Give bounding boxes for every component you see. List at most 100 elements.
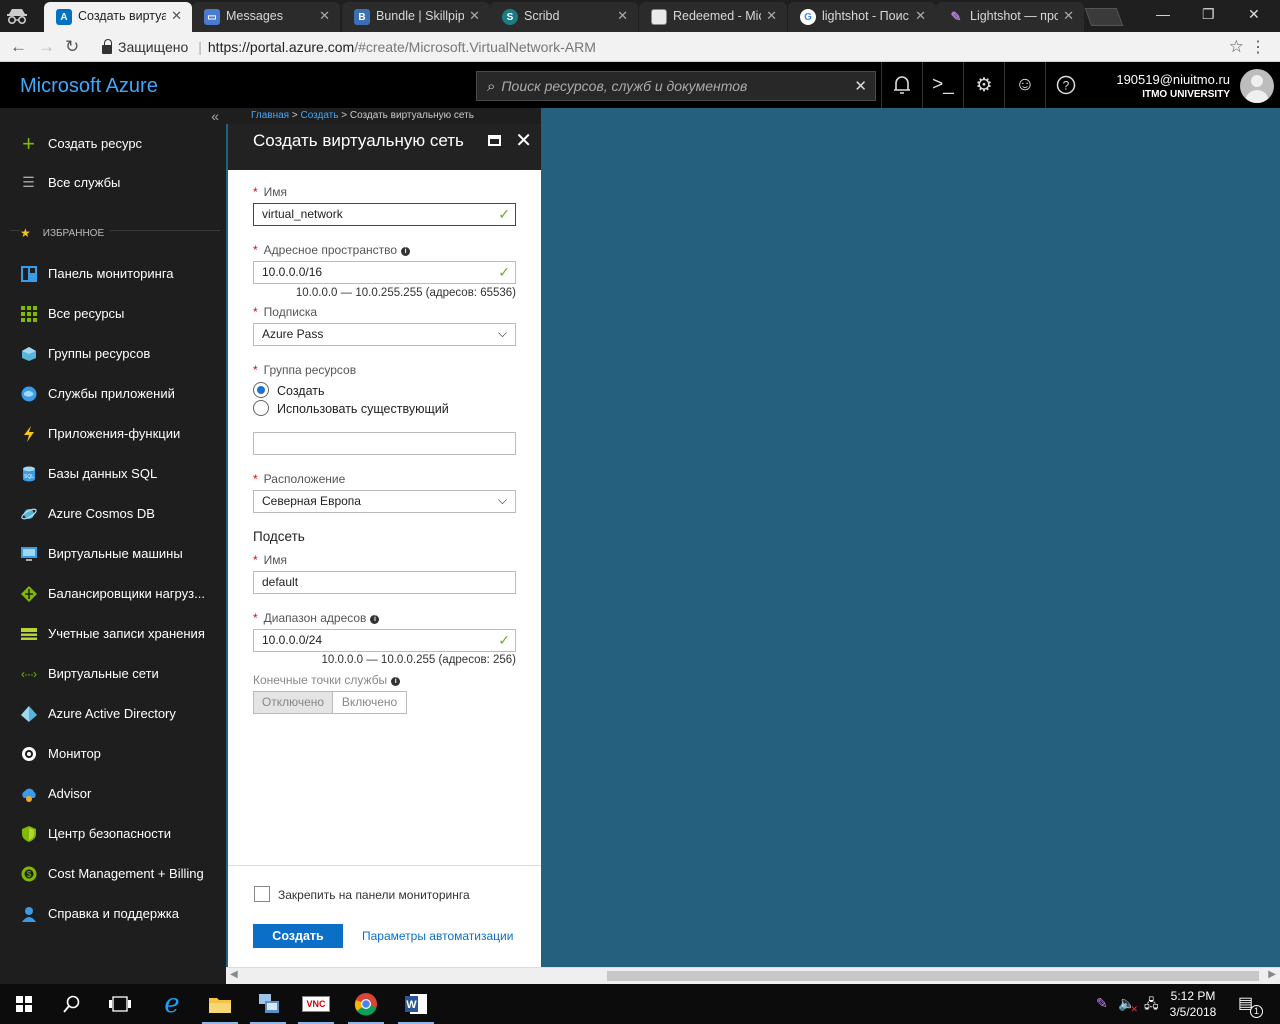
address-space-field[interactable]: 10.0.0.0/16 ✓ xyxy=(253,261,516,284)
sidebar-item-all-resources[interactable]: Все ресурсы xyxy=(0,295,226,331)
lightshot-tray-icon[interactable]: ✎ xyxy=(1096,995,1108,1012)
name-label: * Имя xyxy=(253,185,288,199)
subscription-select[interactable]: Azure Pass ⌵ xyxy=(253,323,516,346)
sidebar-item-security-center[interactable]: Центр безопасности xyxy=(0,815,226,851)
volume-muted-icon[interactable]: 🔈✕ xyxy=(1118,995,1143,1014)
name-field-value: virtual_network xyxy=(262,207,343,221)
tab-redeemed[interactable]: Redeemed - Mic ✕ xyxy=(639,2,787,32)
tab-google-search[interactable]: G lightshot - Поис ✕ xyxy=(788,2,936,32)
tab-close-icon[interactable]: ✕ xyxy=(171,8,182,24)
sidebar-item-active-directory[interactable]: Azure Active Directory xyxy=(0,695,226,731)
info-icon[interactable]: i xyxy=(370,615,380,624)
sidebar-item-help-support[interactable]: Справка и поддержка xyxy=(0,895,226,931)
start-button[interactable] xyxy=(0,984,48,1024)
sidebar-item-advisor[interactable]: Advisor xyxy=(0,775,226,811)
browser-menu-icon[interactable]: ⋮ xyxy=(1250,37,1266,57)
restore-icon[interactable]: ❐ xyxy=(1202,6,1215,23)
service-endpoints-off[interactable]: Отключено xyxy=(253,691,333,714)
tab-azure-create[interactable]: A Создать виртуал ✕ xyxy=(44,2,192,32)
tab-messages[interactable]: ▭ Messages ✕ xyxy=(192,2,340,32)
sidebar-item-dashboard[interactable]: Панель мониторинга xyxy=(0,255,226,291)
sidebar-item-storage-accounts[interactable]: Учетные записи хранения xyxy=(0,615,226,651)
network-icon[interactable]: 🖧 xyxy=(1144,995,1159,1017)
service-endpoints-on[interactable]: Включено xyxy=(332,691,407,714)
notifications-bell-icon[interactable] xyxy=(881,62,922,108)
remote-desktop-icon xyxy=(259,994,279,1013)
close-icon[interactable]: ✕ xyxy=(515,128,532,153)
taskbar-clock[interactable]: 5:12 PM 3/5/2018 xyxy=(1160,988,1226,1020)
rg-existing-radio[interactable] xyxy=(253,400,269,416)
tab-close-icon[interactable]: ✕ xyxy=(469,8,480,24)
taskbar-vnc-viewer[interactable]: VNC xyxy=(292,984,340,1024)
search-taskbar-button[interactable] xyxy=(48,984,96,1024)
sidebar-item-monitor[interactable]: Монитор xyxy=(0,735,226,771)
sidebar-item-label: Базы данных SQL xyxy=(48,466,158,481)
breadcrumb-create[interactable]: Создать xyxy=(300,110,338,121)
rg-create-radio[interactable] xyxy=(253,382,269,398)
sidebar-item-virtual-networks[interactable]: ‹···› Виртуальные сети xyxy=(0,655,226,691)
collapse-sidebar-icon[interactable]: « xyxy=(211,108,219,124)
sidebar-item-function-apps[interactable]: Приложения-функции xyxy=(0,415,226,451)
subnet-range-field[interactable]: 10.0.0.0/24 ✓ xyxy=(253,629,516,652)
sidebar-item-create-resource[interactable]: + Создать ресурс xyxy=(0,125,226,161)
forward-icon[interactable]: → xyxy=(38,37,55,57)
taskbar-internet-explorer[interactable]: e xyxy=(148,984,196,1024)
tab-lightshot[interactable]: ✎ Lightshot — про ✕ xyxy=(936,2,1084,32)
search-icon xyxy=(63,995,80,1013)
tab-close-icon[interactable]: ✕ xyxy=(915,8,926,24)
address-bar[interactable]: Защищено | https://portal.azure.com/#cre… xyxy=(92,35,1250,59)
tab-close-icon[interactable]: ✕ xyxy=(617,8,628,24)
avatar[interactable] xyxy=(1240,69,1274,103)
breadcrumb-home[interactable]: Главная xyxy=(251,110,289,121)
azure-brand[interactable]: Microsoft Azure xyxy=(20,75,158,98)
tab-scribd[interactable]: S Scribd ✕ xyxy=(490,2,638,32)
location-select[interactable]: Северная Европа ⌵ xyxy=(253,490,516,513)
new-tab-button[interactable] xyxy=(1084,8,1124,26)
sidebar-item-virtual-machines[interactable]: Виртуальные машины xyxy=(0,535,226,571)
account-info[interactable]: 190519@niuitmo.ru ITMO UNIVERSITY xyxy=(1092,72,1230,100)
sidebar-item-all-services[interactable]: ☰ Все службы xyxy=(0,164,226,200)
reload-icon[interactable]: ↻ xyxy=(65,37,79,57)
pin-to-dashboard-checkbox[interactable] xyxy=(254,886,270,902)
automation-options-link[interactable]: Параметры автоматизации xyxy=(362,929,513,943)
tab-close-icon[interactable]: ✕ xyxy=(1063,8,1074,24)
clock-time: 5:12 PM xyxy=(1170,989,1216,1003)
tab-close-icon[interactable]: ✕ xyxy=(766,8,777,24)
taskbar-chrome[interactable] xyxy=(342,984,390,1024)
maximize-icon[interactable] xyxy=(488,135,501,146)
create-button[interactable]: Создать xyxy=(253,924,343,948)
info-icon[interactable]: i xyxy=(391,677,401,686)
sidebar-item-load-balancers[interactable]: Балансировщики нагруз... xyxy=(0,575,226,611)
sidebar-item-resource-groups[interactable]: Группы ресурсов xyxy=(0,335,226,371)
horizontal-scrollbar[interactable]: ◀ ▶ xyxy=(226,967,1280,984)
scrollbar-thumb[interactable] xyxy=(607,971,1259,981)
scroll-left-icon[interactable]: ◀ xyxy=(230,969,238,980)
sidebar-item-sql-databases[interactable]: SQL Базы данных SQL xyxy=(0,455,226,491)
name-field[interactable]: virtual_network ✓ xyxy=(253,203,516,226)
clear-search-icon[interactable]: ✕ xyxy=(854,77,867,95)
tab-close-icon[interactable]: ✕ xyxy=(319,8,330,24)
taskbar-remote-desktop[interactable] xyxy=(244,984,292,1024)
sidebar-item-cosmos-db[interactable]: Azure Cosmos DB xyxy=(0,495,226,531)
taskbar-file-explorer[interactable] xyxy=(196,984,244,1024)
info-icon[interactable]: i xyxy=(401,247,411,256)
feedback-smiley-icon[interactable]: ☺ xyxy=(1004,62,1045,108)
back-icon[interactable]: ← xyxy=(10,37,27,57)
tab-skillpipe[interactable]: B Bundle | Skillpipe ✕ xyxy=(342,2,490,32)
subnet-name-field[interactable]: default xyxy=(253,571,516,594)
close-window-icon[interactable]: ✕ xyxy=(1248,6,1260,23)
minimize-icon[interactable]: — xyxy=(1156,6,1170,22)
search-icon: ⌕ xyxy=(487,77,496,95)
settings-gear-icon[interactable]: ⚙ xyxy=(963,62,1004,108)
sidebar-item-app-services[interactable]: Службы приложений xyxy=(0,375,226,411)
cloud-shell-icon[interactable]: >_ xyxy=(922,62,963,108)
scroll-right-icon[interactable]: ▶ xyxy=(1268,969,1276,980)
taskbar-word[interactable]: W xyxy=(392,984,440,1024)
resource-group-name-field[interactable] xyxy=(253,432,516,455)
global-search-input[interactable]: ⌕ Поиск ресурсов, служб и документов ✕ xyxy=(476,71,876,101)
task-view-icon xyxy=(109,996,131,1012)
bookmark-star-icon[interactable]: ☆ xyxy=(1229,37,1244,57)
help-icon[interactable]: ? xyxy=(1045,62,1086,108)
sidebar-item-cost-management[interactable]: $ Cost Management + Billing xyxy=(0,855,226,891)
task-view-button[interactable] xyxy=(96,984,144,1024)
